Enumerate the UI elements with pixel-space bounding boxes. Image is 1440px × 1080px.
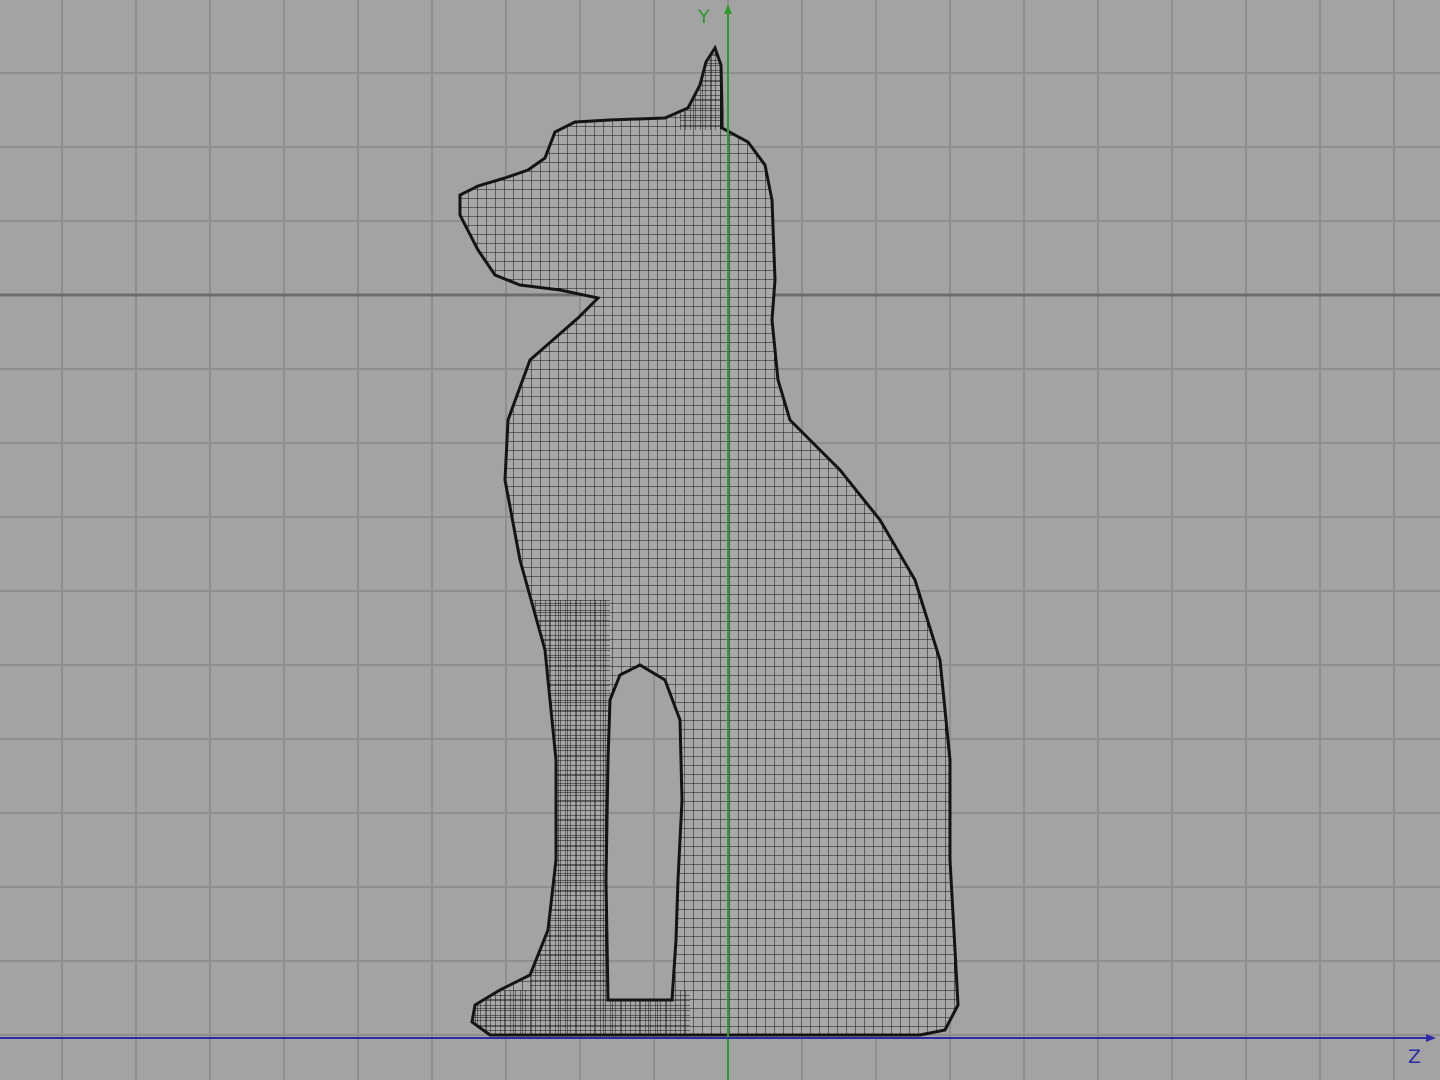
y-axis-label: Y <box>698 6 710 28</box>
y-axis-arrow-icon <box>724 4 732 14</box>
3d-viewport[interactable]: Y Z <box>0 0 1440 1080</box>
cat-wireframe-mesh[interactable] <box>440 40 970 1040</box>
z-axis-label: Z <box>1408 1046 1422 1068</box>
mesh-grid-dense-base <box>470 990 690 1035</box>
viewport-canvas <box>0 0 1440 1080</box>
